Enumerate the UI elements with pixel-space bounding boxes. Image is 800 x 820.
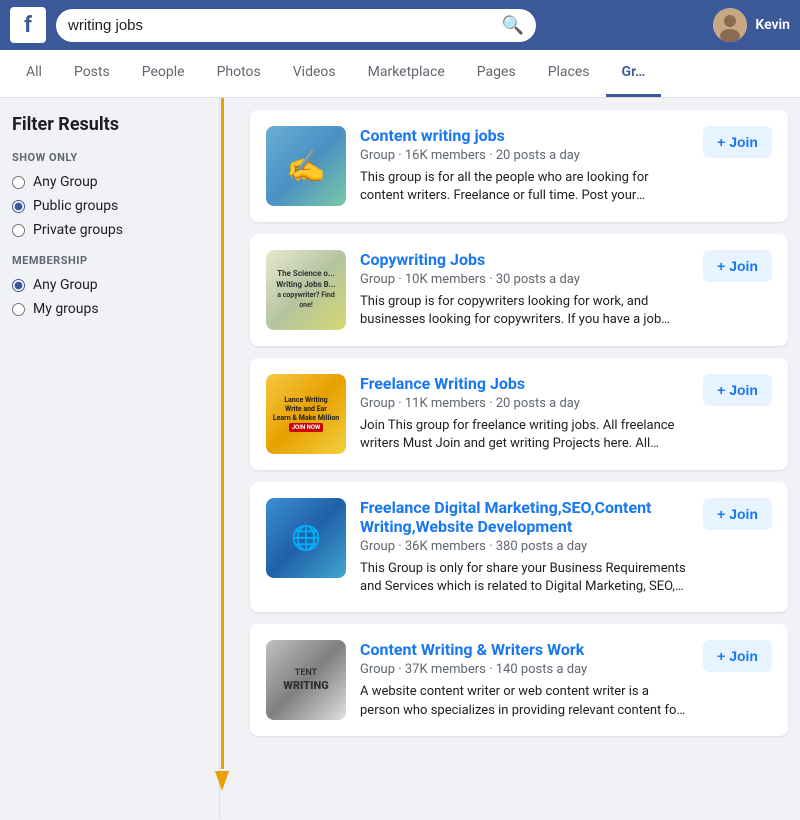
filter-title: Filter Results xyxy=(12,114,207,135)
main-layout: Filter Results SHOW ONLY Any Group Publi… xyxy=(0,98,800,819)
join-button-4[interactable]: + Join xyxy=(703,498,772,530)
group-desc-3: Join This group for freelance writing jo… xyxy=(360,417,689,453)
group-img-icon-1: ✍ xyxy=(286,147,326,185)
group-img-text-3: Lance WritingWrite and EarLearn & Make M… xyxy=(269,392,343,436)
nav-tabs: All Posts People Photos Videos Marketpla… xyxy=(0,50,800,98)
group-card-4: 🌐 Freelance Digital Marketing,SEO,Conten… xyxy=(250,482,788,612)
group-meta-3: Group · 11K members · 20 posts a day xyxy=(360,396,689,411)
group-card-2: The Science o...Writing Jobs B...a copyw… xyxy=(250,234,788,346)
avatar-img xyxy=(713,8,747,42)
join-button-1[interactable]: + Join xyxy=(703,126,772,158)
tab-photos[interactable]: Photos xyxy=(201,50,277,97)
group-meta-5: Group · 37K members · 140 posts a day xyxy=(360,662,689,677)
tab-marketplace[interactable]: Marketplace xyxy=(352,50,461,97)
group-desc-1: This group is for all the people who are… xyxy=(360,169,689,205)
membership-label: MEMBERSHIP xyxy=(12,254,207,267)
radio-any-group[interactable]: Any Group xyxy=(12,174,207,190)
avatar xyxy=(713,8,747,42)
group-img-text-2: The Science o...Writing Jobs B...a copyw… xyxy=(266,265,346,315)
user-section: Kevin xyxy=(713,8,790,42)
radio-my-groups[interactable]: My groups xyxy=(12,301,207,317)
group-name-3[interactable]: Freelance Writing Jobs xyxy=(360,374,689,393)
tab-all[interactable]: All xyxy=(10,50,58,97)
tab-groups[interactable]: Gr… xyxy=(606,50,662,97)
arrow-line xyxy=(221,98,224,769)
group-meta-1: Group · 16K members · 20 posts a day xyxy=(360,148,689,163)
tab-people[interactable]: People xyxy=(126,50,201,97)
sidebar: Filter Results SHOW ONLY Any Group Publi… xyxy=(0,98,220,819)
group-info-1: Content writing jobs Group · 16K members… xyxy=(360,126,689,205)
group-name-2[interactable]: Copywriting Jobs xyxy=(360,250,689,269)
group-img-text-5: TENTWRITING xyxy=(279,664,332,697)
radio-any-group-label: Any Group xyxy=(33,174,98,190)
arrow-indicator xyxy=(215,98,229,819)
radio-private-groups-label: Private groups xyxy=(33,222,123,238)
group-desc-5: A website content writer or web content … xyxy=(360,683,689,719)
group-image-4: 🌐 xyxy=(266,498,346,578)
group-image-2: The Science o...Writing Jobs B...a copyw… xyxy=(266,250,346,330)
group-info-2: Copywriting Jobs Group · 10K members · 3… xyxy=(360,250,689,329)
group-image-5: TENTWRITING xyxy=(266,640,346,720)
header: f 🔍 Kevin xyxy=(0,0,800,50)
results-area: ✍ Content writing jobs Group · 16K membe… xyxy=(220,98,800,819)
radio-public-groups-label: Public groups xyxy=(33,198,118,214)
group-img-icon-4: 🌐 xyxy=(291,524,321,552)
facebook-logo: f xyxy=(10,7,46,43)
tab-pages[interactable]: Pages xyxy=(461,50,532,97)
group-meta-4: Group · 36K members · 380 posts a day xyxy=(360,539,689,554)
join-button-3[interactable]: + Join xyxy=(703,374,772,406)
radio-my-groups-label: My groups xyxy=(33,301,99,317)
group-image-3: Lance WritingWrite and EarLearn & Make M… xyxy=(266,374,346,454)
group-info-3: Freelance Writing Jobs Group · 11K membe… xyxy=(360,374,689,453)
arrow-head xyxy=(215,771,229,791)
group-desc-4: This Group is only for share your Busine… xyxy=(360,560,689,596)
group-name-5[interactable]: Content Writing & Writers Work xyxy=(360,640,689,659)
group-meta-2: Group · 10K members · 30 posts a day xyxy=(360,272,689,287)
tab-videos[interactable]: Videos xyxy=(277,50,352,97)
user-name-label: Kevin xyxy=(755,17,790,33)
group-name-1[interactable]: Content writing jobs xyxy=(360,126,689,145)
radio-any-group-mem[interactable]: Any Group xyxy=(12,277,207,293)
group-info-4: Freelance Digital Marketing,SEO,Content … xyxy=(360,498,689,596)
tab-places[interactable]: Places xyxy=(532,50,606,97)
radio-public-groups[interactable]: Public groups xyxy=(12,198,207,214)
group-image-1: ✍ xyxy=(266,126,346,206)
radio-private-groups[interactable]: Private groups xyxy=(12,222,207,238)
group-desc-2: This group is for copywriters looking fo… xyxy=(360,293,689,329)
search-button[interactable]: 🔍 xyxy=(502,15,524,36)
show-only-label: SHOW ONLY xyxy=(12,151,207,164)
group-card-5: TENTWRITING Content Writing & Writers Wo… xyxy=(250,624,788,736)
show-only-group: Any Group Public groups Private groups xyxy=(12,174,207,238)
join-button-2[interactable]: + Join xyxy=(703,250,772,282)
search-bar: 🔍 xyxy=(56,9,536,42)
radio-any-group-mem-label: Any Group xyxy=(33,277,98,293)
search-input[interactable] xyxy=(68,17,494,34)
join-button-5[interactable]: + Join xyxy=(703,640,772,672)
membership-group: Any Group My groups xyxy=(12,277,207,317)
tab-posts[interactable]: Posts xyxy=(58,50,126,97)
group-name-4[interactable]: Freelance Digital Marketing,SEO,Content … xyxy=(360,498,689,536)
group-info-5: Content Writing & Writers Work Group · 3… xyxy=(360,640,689,719)
group-card-1: ✍ Content writing jobs Group · 16K membe… xyxy=(250,110,788,222)
group-card-3: Lance WritingWrite and EarLearn & Make M… xyxy=(250,358,788,470)
